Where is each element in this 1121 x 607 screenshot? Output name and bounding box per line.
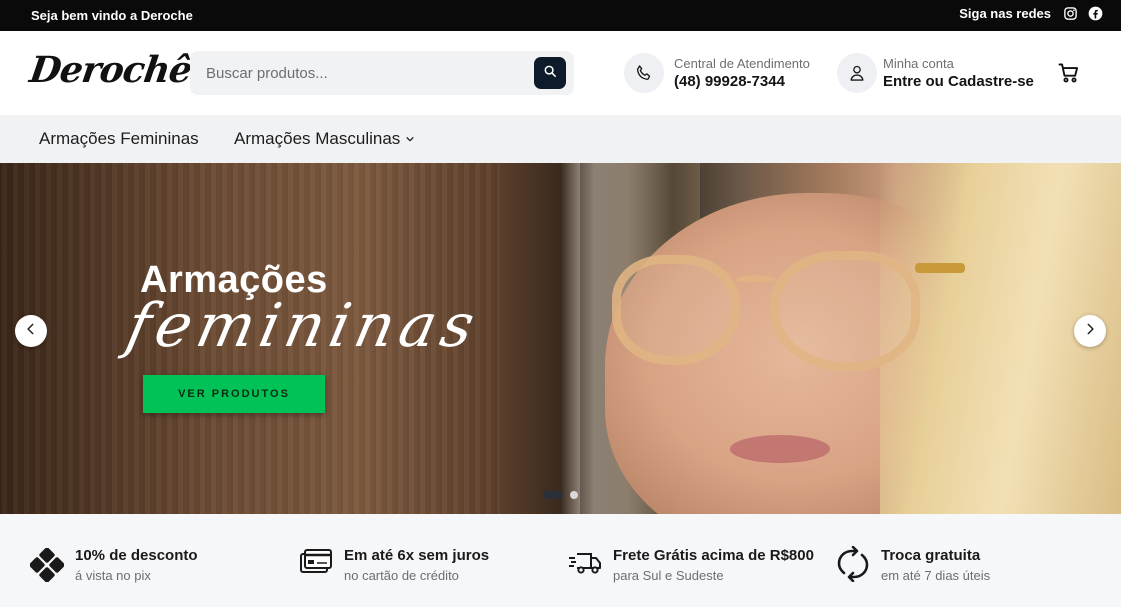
cart-button[interactable]	[1057, 61, 1081, 90]
glasses-left-lens	[612, 255, 740, 365]
carousel-dot-1[interactable]	[543, 491, 563, 499]
carousel-next-button[interactable]	[1074, 315, 1106, 347]
carousel-prev-button[interactable]	[15, 315, 47, 347]
nav-item-armacoes-femininas[interactable]: Armações Femininas	[39, 129, 199, 149]
exchange-icon	[836, 545, 870, 587]
benefit-title: 10% de desconto	[75, 547, 198, 564]
category-nav: Armações Femininas Armações Masculinas	[0, 115, 1121, 163]
top-bar: Seja bem vindo a Deroche Siga nas redes	[0, 0, 1121, 31]
carousel-dot-2[interactable]	[570, 491, 578, 499]
cart-icon	[1057, 63, 1081, 89]
nav-item-label: Armações Masculinas	[234, 129, 401, 148]
delivery-truck-icon	[568, 550, 602, 581]
nav-item-armacoes-masculinas[interactable]: Armações Masculinas	[234, 129, 415, 149]
glasses-temple	[915, 263, 965, 273]
account-label: Minha conta	[883, 56, 954, 71]
nav-item-label: Armações Femininas	[39, 129, 199, 148]
search-bar	[190, 51, 574, 95]
search-icon	[543, 64, 557, 83]
glasses-bridge	[736, 275, 776, 285]
pix-icon	[29, 547, 65, 587]
instagram-icon[interactable]	[1063, 6, 1078, 21]
credit-card-icon	[299, 549, 333, 582]
phone-icon[interactable]	[624, 53, 664, 93]
banner-photo-lips	[730, 435, 830, 463]
hero-banner: Armações femininas VER PRODUTOS	[0, 163, 1121, 514]
social-label: Siga nas redes	[959, 6, 1051, 21]
chevron-right-icon	[1083, 322, 1097, 341]
facebook-icon[interactable]	[1088, 6, 1103, 21]
social-links: Siga nas redes	[959, 6, 1103, 21]
support-label: Central de Atendimento	[674, 56, 810, 71]
benefit-subtitle: á vista no pix	[75, 568, 151, 583]
glasses-right-lens	[770, 251, 920, 371]
login-register-link[interactable]: Entre ou Cadastre-se	[883, 73, 1034, 90]
user-icon[interactable]	[837, 53, 877, 93]
chevron-down-icon	[405, 129, 415, 149]
benefit-title: Em até 6x sem juros	[344, 547, 490, 564]
brand-logo[interactable]: Derochê	[27, 49, 194, 91]
benefit-subtitle: no cartão de crédito	[344, 568, 459, 583]
benefit-subtitle: em até 7 dias úteis	[881, 568, 991, 583]
benefits-bar: 10% de desconto á vista no pix Em até 6x…	[0, 514, 1121, 607]
benefit-title: Troca gratuita	[881, 547, 981, 564]
chevron-left-icon	[24, 322, 38, 341]
support-phone[interactable]: (48) 99928-7344	[674, 73, 785, 90]
view-products-button[interactable]: VER PRODUTOS	[143, 375, 325, 413]
welcome-message: Seja bem vindo a Deroche	[31, 8, 193, 23]
hero-title-script: femininas	[120, 291, 487, 361]
search-input[interactable]	[206, 62, 526, 84]
search-button[interactable]	[534, 57, 566, 89]
site-header: Derochê Central de Atendimento (48) 9992…	[0, 31, 1121, 115]
benefit-subtitle: para Sul e Sudeste	[613, 568, 724, 583]
carousel-dots	[543, 491, 578, 499]
benefit-title: Frete Grátis acima de R$800	[613, 547, 814, 564]
